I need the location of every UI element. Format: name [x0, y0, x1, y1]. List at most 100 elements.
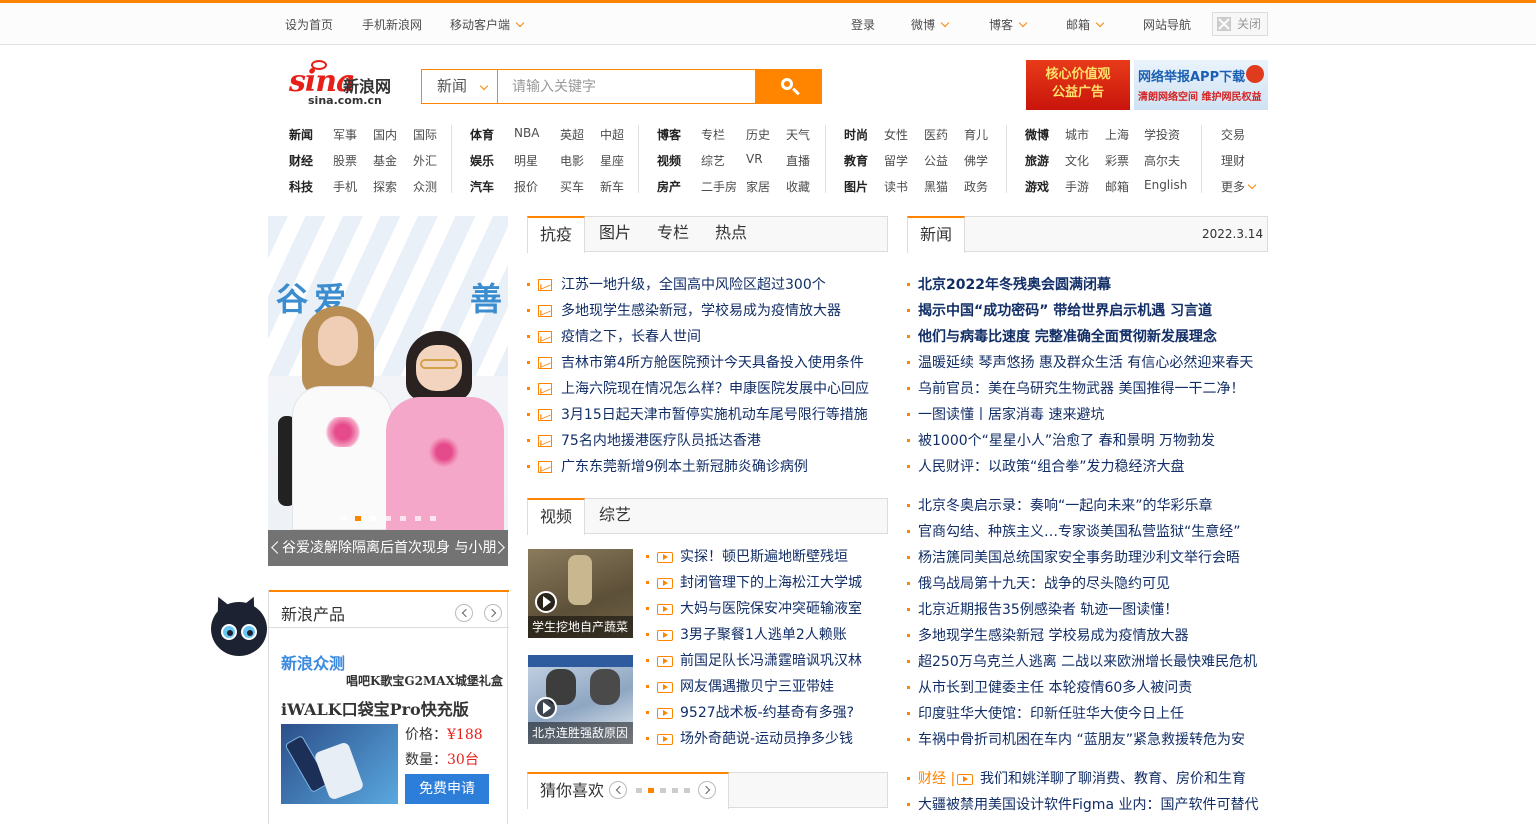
- nav-link[interactable]: 城市: [1065, 126, 1089, 143]
- set-homepage-link[interactable]: 设为首页: [285, 16, 333, 33]
- search-button[interactable]: [755, 69, 822, 104]
- news-headline[interactable]: 多地现学生感染新冠 学校易成为疫情放大器: [918, 623, 1188, 649]
- news-row[interactable]: 被1000个“星星小人”治愈了 春和景明 万物勃发: [907, 428, 1268, 454]
- search-input[interactable]: [497, 69, 756, 104]
- guess-next-button[interactable]: [698, 781, 716, 799]
- nav-link[interactable]: 报价: [514, 178, 538, 195]
- news-row[interactable]: 车祸中骨折司机困在车内 “蓝朋友”紧急救援转危为安: [907, 727, 1268, 753]
- nav-link[interactable]: 房产: [657, 178, 681, 195]
- finance-headline[interactable]: 我们和姚洋聊了聊消费、教育、房价和生育: [980, 766, 1246, 792]
- slider-dot[interactable]: [430, 516, 436, 521]
- photo-slider[interactable]: 谷 爱 善 谷爱凌解除隔离后首次现身 与小朋: [268, 216, 508, 566]
- nav-link[interactable]: 彩票: [1105, 152, 1129, 169]
- tab-hot[interactable]: 热点: [702, 216, 760, 252]
- zhongce-title[interactable]: 新浪众测: [281, 650, 345, 674]
- tab-video[interactable]: 视频: [527, 498, 585, 535]
- news-row[interactable]: 一图读懂丨居家消毒 速来避坑: [907, 402, 1268, 428]
- nav-link[interactable]: 佛学: [964, 152, 988, 169]
- news-headline[interactable]: 被1000个“星星小人”治愈了 春和景明 万物勃发: [918, 428, 1215, 454]
- news-row[interactable]: 前国足队长冯潇霆暗讽巩汉林: [646, 648, 888, 674]
- news-row[interactable]: 杨洁篪同美国总统国家安全事务助理沙利文举行会晤: [907, 545, 1268, 571]
- nav-link[interactable]: 图片: [844, 178, 868, 195]
- nav-link[interactable]: 星座: [600, 152, 624, 169]
- sina-logo[interactable]: sina 新浪网 sina.com.cn: [289, 60, 399, 108]
- news-headline[interactable]: 疫情之下，长春人世间: [561, 324, 701, 350]
- news-row[interactable]: 人民财评：以政策“组合拳”发力稳经济大盘: [907, 454, 1268, 480]
- news-headline[interactable]: 人民财评：以政策“组合拳”发力稳经济大盘: [918, 454, 1185, 480]
- news-headline[interactable]: 前国足队长冯潇霆暗讽巩汉林: [680, 648, 862, 674]
- core-values-banner[interactable]: 核心价值观 公益广告: [1026, 60, 1130, 110]
- news-headline[interactable]: 杨洁篪同美国总统国家安全事务助理沙利文举行会晤: [918, 545, 1240, 571]
- slider-dot[interactable]: [340, 516, 346, 521]
- blog-menu[interactable]: 博客: [989, 16, 1028, 33]
- nav-link[interactable]: 科技: [289, 178, 313, 195]
- nav-link[interactable]: 众测: [413, 178, 437, 195]
- news-row[interactable]: 3月15日起天津市暂停实施机动车尾号限行等措施: [527, 402, 888, 428]
- nav-link[interactable]: 国际: [413, 126, 437, 143]
- news-headline[interactable]: 吉林市第4所方舱医院预计今天具备投入使用条件: [561, 350, 864, 376]
- nav-link[interactable]: 历史: [746, 126, 770, 143]
- news-row[interactable]: 大妈与医院保安冲突砸输液室: [646, 596, 888, 622]
- news-headline[interactable]: 官商勾结、种族主义…专家谈美国私营监狱“生意经”: [918, 519, 1241, 545]
- nav-link[interactable]: 财经: [289, 152, 313, 169]
- nav-link[interactable]: 明星: [514, 152, 538, 169]
- news-row[interactable]: 江苏一地升级，全国高中风险区超过300个: [527, 272, 888, 298]
- news-headline[interactable]: 印度驻华大使馆：印新任驻华大使今日上任: [918, 701, 1184, 727]
- news-headline[interactable]: 从市长到卫健委主任 本轮疫情60多人被问责: [918, 675, 1192, 701]
- news-row[interactable]: 上海六院现在情况怎么样？申康医院发展中心回应: [527, 376, 888, 402]
- tab-pictures[interactable]: 图片: [586, 216, 644, 252]
- news-row[interactable]: 官商勾结、种族主义…专家谈美国私营监狱“生意经”: [907, 519, 1268, 545]
- news-headline[interactable]: 北京2022年冬残奥会圆满闭幕: [918, 272, 1111, 298]
- nav-link[interactable]: 专栏: [701, 126, 725, 143]
- tab-news[interactable]: 新闻: [907, 216, 965, 253]
- tab-antiepidemic[interactable]: 抗疫: [527, 216, 585, 253]
- news-row[interactable]: 从市长到卫健委主任 本轮疫情60多人被问责: [907, 675, 1268, 701]
- nav-link[interactable]: 基金: [373, 152, 397, 169]
- news-row[interactable]: 9527战术板-约基奇有多强?: [646, 700, 888, 726]
- news-row[interactable]: 多地现学生感染新冠，学校易成为疫情放大器: [527, 298, 888, 324]
- nav-link[interactable]: 育儿: [964, 126, 988, 143]
- nav-link[interactable]: 综艺: [701, 152, 725, 169]
- slider-dot[interactable]: [355, 516, 361, 521]
- nav-link[interactable]: 中超: [600, 126, 624, 143]
- news-headline[interactable]: 温暖延续 琴声悠扬 惠及群众生活 有信心必然迎来春天: [918, 350, 1253, 376]
- zhongce-subtitle[interactable]: 唱吧K歌宝G2MAX城堡礼盒: [346, 672, 503, 689]
- nav-link[interactable]: 新闻: [289, 126, 313, 143]
- news-headline[interactable]: 3男子聚餐1人逃单2人赖账: [680, 622, 847, 648]
- news-headline[interactable]: 封闭管理下的上海松江大学城: [680, 570, 862, 596]
- nav-link[interactable]: 电影: [560, 152, 584, 169]
- guess-dot[interactable]: [672, 788, 678, 793]
- news-headline[interactable]: 北京近期报告35例感染者 轨迹一图读懂！: [918, 597, 1178, 623]
- news-headline[interactable]: 广东东莞新增9例本土新冠肺炎确诊病例: [561, 454, 808, 480]
- news-row[interactable]: 北京近期报告35例感染者 轨迹一图读懂！: [907, 597, 1268, 623]
- nav-link[interactable]: 收藏: [786, 178, 810, 195]
- nav-link[interactable]: 娱乐: [470, 152, 494, 169]
- finance-label[interactable]: 财经 |: [918, 766, 955, 792]
- news-headline[interactable]: 超250万乌克兰人逃离 二战以来欧洲增长最快难民危机: [918, 649, 1257, 675]
- nav-link[interactable]: 游戏: [1025, 178, 1049, 195]
- mobile-client-menu[interactable]: 移动客户端: [450, 16, 525, 33]
- weibo-menu[interactable]: 微博: [911, 16, 950, 33]
- nav-link[interactable]: 上海: [1105, 126, 1129, 143]
- nav-link[interactable]: 手机: [333, 178, 357, 195]
- mail-menu[interactable]: 邮箱: [1066, 16, 1105, 33]
- nav-link[interactable]: 教育: [844, 152, 868, 169]
- guess-dot[interactable]: [636, 788, 642, 793]
- news-headline[interactable]: 场外奇葩说-运动员挣多少钱: [680, 726, 853, 752]
- news-row[interactable]: 温暖延续 琴声悠扬 惠及群众生活 有信心必然迎来春天: [907, 350, 1268, 376]
- news-row[interactable]: 印度驻华大使馆：印新任驻华大使今日上任: [907, 701, 1268, 727]
- news-row[interactable]: 实探！顿巴斯遍地断壁残垣: [646, 544, 888, 570]
- nav-link[interactable]: English: [1144, 178, 1187, 192]
- news-row[interactable]: 封闭管理下的上海松江大学城: [646, 570, 888, 596]
- news-headline[interactable]: 75名内地援港医疗队员抵达香港: [561, 428, 761, 454]
- nav-link[interactable]: 黑猫: [924, 178, 948, 195]
- news-headline[interactable]: 大妈与医院保安冲突砸输液室: [680, 596, 862, 622]
- nav-link[interactable]: 买车: [560, 178, 584, 195]
- nav-link[interactable]: 学投资: [1144, 126, 1180, 143]
- finance-row[interactable]: 财经 | 我们和姚洋聊了聊消费、教育、房价和生育: [907, 766, 1268, 792]
- news-headline[interactable]: 多地现学生感染新冠，学校易成为疫情放大器: [561, 298, 841, 324]
- news-headline[interactable]: 他们与病毒比速度 完整准确全面贯彻新发展理念: [918, 324, 1217, 350]
- nav-link[interactable]: NBA: [514, 126, 539, 140]
- mobile-sina-link[interactable]: 手机新浪网: [362, 16, 422, 33]
- news-headline[interactable]: 3月15日起天津市暂停实施机动车尾号限行等措施: [561, 402, 868, 428]
